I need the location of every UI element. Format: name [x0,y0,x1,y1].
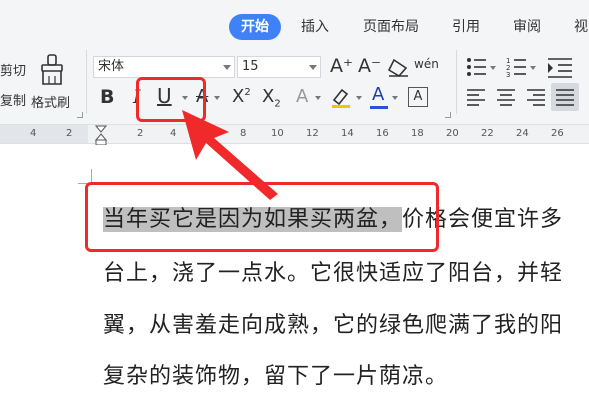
clear-format-icon[interactable] [386,58,410,78]
superscript-button[interactable]: X2 [232,86,251,107]
text-effects-button[interactable]: A [296,86,308,107]
align-right-icon[interactable] [526,88,546,106]
tab-insert[interactable]: 插入 [292,14,338,40]
group-launcher-icon[interactable] [445,112,451,118]
margin-corner-mark [91,169,92,183]
svg-text:3: 3 [506,71,510,78]
ruler-number: 6 [205,128,212,139]
indent-marker-icon[interactable] [95,125,107,147]
ruler-number: 4 [30,128,37,139]
tab-page-layout[interactable]: 页面布局 [356,14,426,40]
chevron-down-icon[interactable] [214,96,220,100]
align-justify-icon [556,89,574,106]
align-left-icon[interactable] [466,88,486,106]
highlight-pen-icon[interactable] [330,86,352,108]
format-painter-label[interactable]: 格式刷 [31,92,70,111]
ruler-number: 14 [341,128,354,139]
ruler-number: 8 [240,128,247,139]
chevron-down-icon[interactable] [356,96,362,100]
ruler-number: 26 [551,128,564,139]
subscript-button[interactable]: X2 [262,86,281,110]
pinyin-button[interactable]: wén [414,57,439,71]
ribbon-toolbar: 开始 插入 页面布局 引用 审阅 视 剪切 复制 格式刷 宋体 15 A⁺ A⁻… [0,0,589,124]
bold-button[interactable]: B [100,86,114,108]
ruler-number: 24 [516,128,529,139]
indent-icon[interactable] [548,56,578,78]
font-color-button[interactable]: A [372,84,384,105]
shrink-font-button[interactable]: A⁻ [358,55,381,77]
tab-view[interactable]: 视 [566,14,589,40]
tab-reference[interactable]: 引用 [443,14,489,40]
font-size-value: 15 [242,59,259,74]
annotation-box-selection [85,182,439,252]
subscript-base: X [262,86,275,107]
chevron-down-icon[interactable] [392,96,398,100]
ruler-number: 2 [137,128,144,139]
font-name-value: 宋体 [98,59,125,74]
font-size-select[interactable]: 15 [237,56,321,78]
paragraph-line[interactable]: 翼，从害羞走向成熟，它的绿色爬满了我的阳 [103,307,563,339]
bullet-list-icon[interactable] [466,56,496,78]
chevron-down-icon[interactable] [315,96,321,100]
superscript-mark: 2 [244,87,251,98]
character-border-button[interactable]: A [408,87,428,107]
font-color-bar [370,106,388,109]
ruler-number: 12 [306,128,319,139]
subscript-mark: 2 [274,98,281,110]
paragraph-line[interactable]: 复杂的装饰物，留下了一片荫凉。 [103,358,448,390]
grow-font-button[interactable]: A⁺ [330,55,353,77]
align-justify-button[interactable] [551,83,579,111]
annotation-box-underline [136,77,206,122]
tab-review[interactable]: 审阅 [504,14,550,40]
ruler-margin [0,125,88,143]
ruler-number: 18 [411,128,424,139]
chevron-down-icon [309,65,317,70]
cut-button[interactable]: 剪切 [0,60,26,79]
ruler-number: 22 [481,128,494,139]
copy-button[interactable]: 复制 [0,90,26,109]
numbered-list-icon[interactable]: 1 2 3 [506,56,536,78]
chevron-down-icon [223,65,231,70]
ruler-number: 2 [66,128,73,139]
group-divider [86,50,87,114]
tab-start[interactable]: 开始 [229,14,281,40]
group-divider [456,50,457,114]
ruler-number: 10 [271,128,284,139]
ruler-number: 4 [170,128,177,139]
paragraph-line[interactable]: 台上，浇了一点水。它很快适应了阳台，并轻 [103,255,563,287]
superscript-base: X [232,86,245,107]
ruler-number: 20 [446,128,459,139]
ruler-number: 16 [376,128,389,139]
format-painter-icon[interactable] [38,54,66,86]
group-launcher-icon[interactable] [77,112,83,118]
horizontal-ruler[interactable]: 4 2 2 4 6 8 10 12 14 16 18 20 22 24 26 [0,124,589,147]
align-center-icon[interactable] [496,88,516,106]
font-name-select[interactable]: 宋体 [93,56,235,78]
